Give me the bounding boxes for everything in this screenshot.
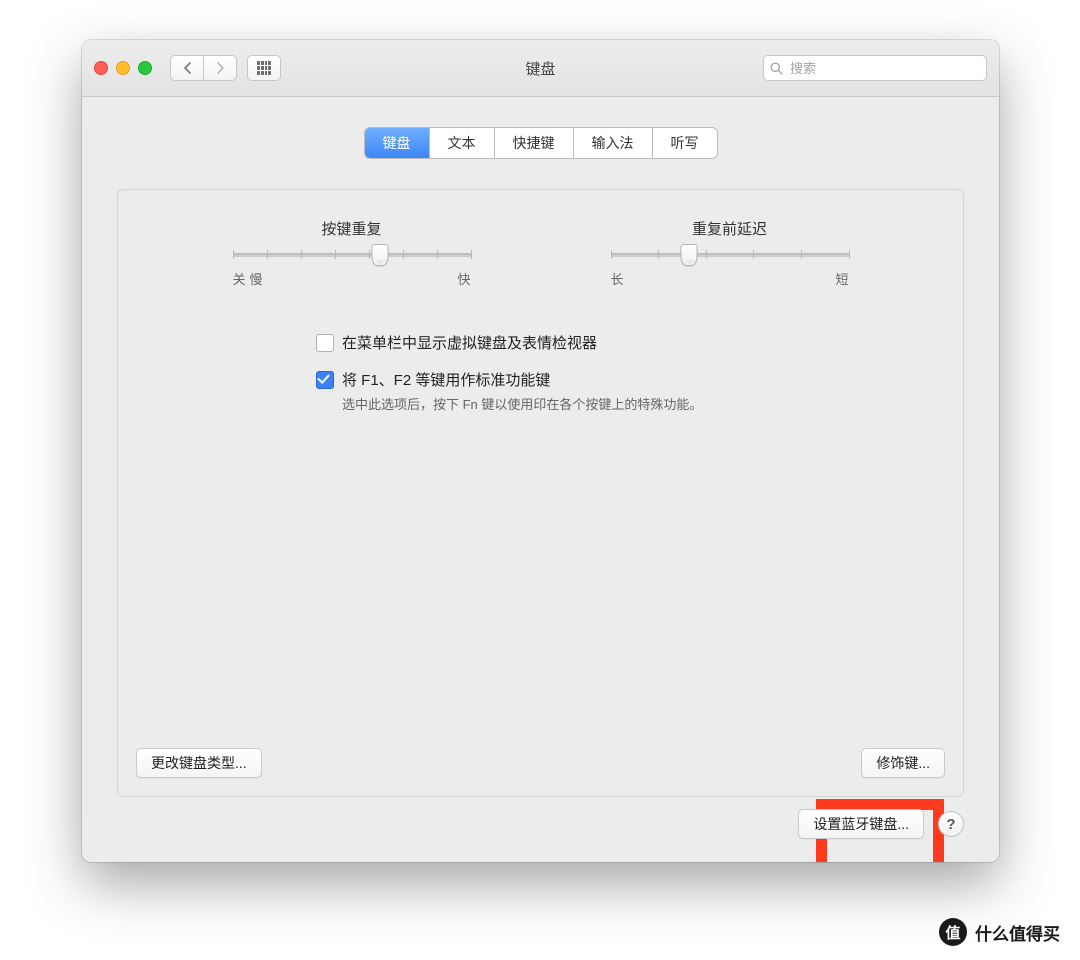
preferences-window: 键盘 键盘文本快捷键输入法听写 按键重复 关慢 快 — [82, 40, 999, 862]
watermark: 值 什么值得买 — [939, 918, 1060, 946]
show-all-button[interactable] — [247, 55, 281, 81]
slider-thumb[interactable] — [372, 244, 389, 266]
settings-panel: 按键重复 关慢 快 重复前延迟 — [117, 189, 964, 797]
tab-0[interactable]: 键盘 — [365, 128, 430, 158]
key-repeat-endlabels: 关慢 快 — [233, 269, 471, 288]
option-label: 将 F1、F2 等键用作标准功能键 — [342, 369, 702, 390]
modifier-keys-button[interactable]: 修饰键... — [861, 748, 945, 778]
zoom-window-button[interactable] — [138, 61, 152, 75]
delay-block: 重复前延迟 长 短 — [611, 218, 849, 288]
search-input[interactable] — [788, 60, 980, 77]
setup-bluetooth-keyboard-button[interactable]: 设置蓝牙键盘... — [798, 809, 924, 839]
traffic-lights — [94, 61, 152, 75]
key-repeat-slider[interactable] — [233, 253, 471, 257]
tab-1[interactable]: 文本 — [430, 128, 495, 158]
forward-button[interactable] — [203, 55, 237, 81]
tab-4[interactable]: 听写 — [653, 128, 717, 158]
panel-bottom-right: 修饰键... — [861, 748, 945, 778]
checkbox-fn-keys[interactable] — [316, 371, 334, 389]
content-area: 键盘文本快捷键输入法听写 按键重复 关慢 快 — [82, 97, 999, 862]
tab-2[interactable]: 快捷键 — [495, 128, 574, 158]
toolbar: 键盘 — [82, 40, 999, 97]
slider-ticks — [611, 250, 849, 260]
key-repeat-block: 按键重复 关慢 快 — [233, 218, 471, 288]
delay-label: 重复前延迟 — [611, 218, 849, 239]
minimize-window-button[interactable] — [116, 61, 130, 75]
option-keyboard-viewer: 在菜单栏中显示虚拟键盘及表情检视器 — [316, 332, 885, 353]
tab-bar: 键盘文本快捷键输入法听写 — [117, 127, 964, 159]
chevron-left-icon — [183, 62, 192, 74]
search-field[interactable] — [763, 55, 987, 81]
chevron-right-icon — [216, 62, 225, 74]
watermark-text: 什么值得买 — [975, 920, 1060, 945]
slider-ticks — [233, 250, 471, 260]
checkbox-keyboard-viewer[interactable] — [316, 334, 334, 352]
footer: 设置蓝牙键盘... ? — [798, 809, 964, 839]
nav-group — [170, 55, 237, 81]
sliders-row: 按键重复 关慢 快 重复前延迟 — [136, 218, 945, 288]
help-button[interactable]: ? — [938, 811, 964, 837]
delay-slider[interactable] — [611, 253, 849, 257]
option-fn-keys: 将 F1、F2 等键用作标准功能键 选中此选项后，按下 Fn 键以使用印在各个按… — [316, 369, 885, 413]
grid-icon — [257, 61, 271, 75]
key-repeat-label: 按键重复 — [233, 218, 471, 239]
change-keyboard-type-button[interactable]: 更改键盘类型... — [136, 748, 262, 778]
search-icon — [770, 62, 783, 75]
watermark-badge-icon: 值 — [939, 918, 967, 946]
option-sublabel: 选中此选项后，按下 Fn 键以使用印在各个按键上的特殊功能。 — [342, 394, 702, 413]
close-window-button[interactable] — [94, 61, 108, 75]
options-group: 在菜单栏中显示虚拟键盘及表情检视器 将 F1、F2 等键用作标准功能键 选中此选… — [316, 332, 885, 413]
tab-3[interactable]: 输入法 — [574, 128, 653, 158]
panel-bottom-left: 更改键盘类型... — [136, 748, 262, 778]
slider-thumb[interactable] — [681, 244, 698, 266]
delay-endlabels: 长 短 — [611, 269, 849, 288]
option-label: 在菜单栏中显示虚拟键盘及表情检视器 — [342, 332, 597, 353]
back-button[interactable] — [170, 55, 203, 81]
